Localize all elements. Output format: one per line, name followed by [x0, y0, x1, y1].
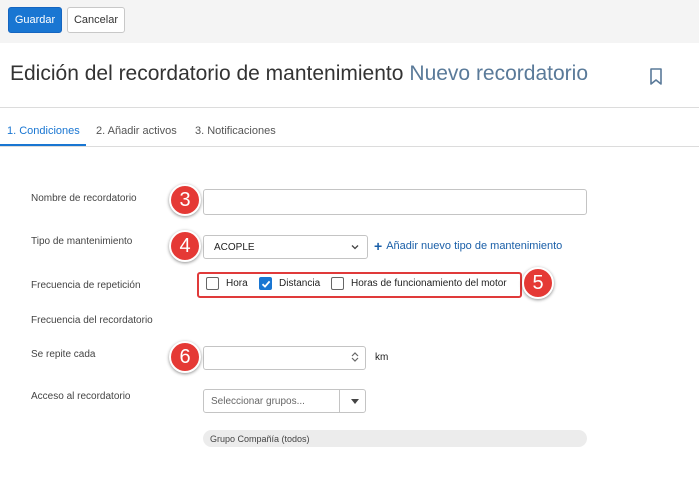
- checkbox-hora[interactable]: [206, 277, 219, 290]
- callout-badge-5: 5: [522, 267, 554, 299]
- page-title-subtitle: Nuevo recordatorio: [409, 62, 588, 85]
- chevron-down-icon: [351, 245, 359, 250]
- plus-icon: +: [374, 238, 383, 254]
- maintenance-type-select[interactable]: ACOPLE: [203, 235, 368, 259]
- frequency-option-hora[interactable]: Hora: [206, 277, 248, 290]
- callout-badge-3: 3: [169, 184, 201, 216]
- cancel-button[interactable]: Cancelar: [67, 7, 125, 33]
- frequency-option-distancia[interactable]: Distancia: [259, 277, 320, 290]
- checkbox-distancia[interactable]: [259, 277, 272, 290]
- page-title: Edición del recordatorio de mantenimient…: [10, 62, 588, 92]
- toolbar: Guardar Cancelar: [0, 0, 699, 43]
- maintenance-type-label: Tipo de mantenimiento: [31, 236, 133, 247]
- repeat-frequency-label: Frecuencia de repetición: [31, 280, 141, 291]
- tab-condiciones[interactable]: 1. Condiciones: [7, 125, 80, 137]
- stepper-icon[interactable]: [350, 351, 360, 363]
- add-maintenance-type-label: Añadir nuevo tipo de mantenimiento: [386, 240, 563, 252]
- callout-badge-6: 6: [169, 341, 201, 373]
- tabs-divider: [0, 146, 699, 147]
- repeats-every-label: Se repite cada: [31, 349, 96, 360]
- checkbox-horas-motor-label: Horas de funcionamiento del motor: [351, 278, 507, 289]
- maintenance-type-value: ACOPLE: [214, 241, 255, 253]
- selected-group-chip: Grupo Compañía (todos): [203, 430, 587, 447]
- page-title-main: Edición del recordatorio de mantenimient…: [10, 62, 404, 85]
- check-icon: [261, 280, 270, 288]
- reminder-frequency-heading: Frecuencia del recordatorio: [31, 315, 153, 326]
- reminder-name-label: Nombre de recordatorio: [31, 193, 137, 204]
- repeats-every-field: [203, 346, 366, 370]
- header-divider: [0, 107, 699, 108]
- save-button[interactable]: Guardar: [8, 7, 62, 33]
- distance-unit: km: [375, 352, 389, 363]
- checkbox-distancia-label: Distancia: [279, 278, 321, 289]
- bookmark-icon[interactable]: [649, 68, 663, 86]
- caret-down-icon[interactable]: [351, 399, 359, 404]
- tab-notificaciones[interactable]: 3. Notificaciones: [195, 125, 276, 137]
- callout-badge-4: 4: [169, 230, 201, 262]
- add-maintenance-type-link[interactable]: + Añadir nuevo tipo de mantenimiento: [374, 239, 562, 253]
- groups-select[interactable]: Seleccionar grupos...: [203, 389, 366, 413]
- repeats-every-input[interactable]: [203, 346, 366, 370]
- frequency-option-horas-motor[interactable]: Horas de funcionamiento del motor: [331, 277, 507, 290]
- reminder-access-label: Acceso al recordatorio: [31, 391, 131, 402]
- reminder-name-input[interactable]: [203, 189, 587, 215]
- checkbox-horas-motor[interactable]: [331, 277, 344, 290]
- groups-select-placeholder: Seleccionar grupos...: [211, 396, 305, 407]
- checkbox-hora-label: Hora: [226, 278, 248, 289]
- tab-anadir-activos[interactable]: 2. Añadir activos: [96, 125, 177, 137]
- groups-select-divider: [339, 390, 340, 412]
